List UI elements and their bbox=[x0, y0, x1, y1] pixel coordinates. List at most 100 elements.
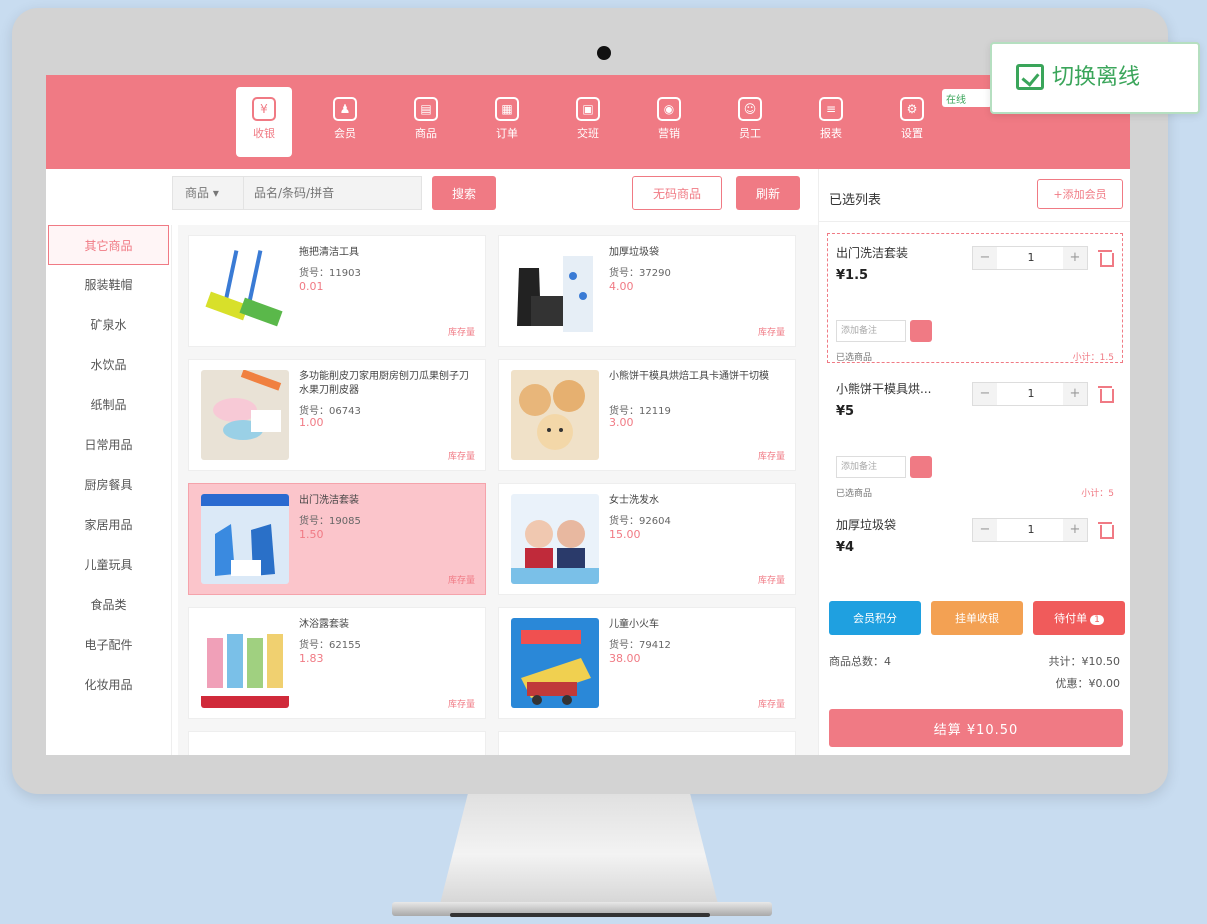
remark-edit-button[interactable] bbox=[910, 456, 932, 478]
category-item[interactable]: 厨房餐具 bbox=[46, 465, 171, 505]
category-item[interactable]: 儿童玩具 bbox=[46, 545, 171, 585]
category-item[interactable]: 矿泉水 bbox=[46, 305, 171, 345]
search-input[interactable] bbox=[244, 176, 422, 210]
pending-orders-button[interactable]: 待付单 1 bbox=[1033, 601, 1125, 635]
product-card[interactable]: 沐浴露套装 货号：62155 1.83 库存量 bbox=[188, 607, 486, 719]
product-name: 出门洗洁套装 bbox=[299, 495, 359, 506]
trash-icon[interactable] bbox=[1098, 520, 1114, 539]
nav-item-3[interactable]: ▦ 订单 bbox=[479, 87, 535, 157]
member-points-button[interactable]: 会员积分 bbox=[829, 601, 921, 635]
cart-item-name: 出门洗洁套装 bbox=[836, 246, 909, 260]
nav-item-6[interactable]: ☺ 员工 bbox=[722, 87, 778, 157]
product-card-partial[interactable] bbox=[188, 731, 486, 755]
cashier-icon: ¥ bbox=[252, 97, 276, 121]
quantity-value[interactable]: 1 bbox=[997, 519, 1065, 541]
nav-item-4[interactable]: ▣ 交班 bbox=[560, 87, 616, 157]
increase-button[interactable]: + bbox=[1063, 247, 1087, 269]
product-card[interactable]: 加厚垃圾袋 货号：37290 4.00 库存量 bbox=[498, 235, 796, 347]
cart-title: 已选列表 bbox=[829, 193, 882, 208]
product-code: 货号：92604 bbox=[609, 516, 671, 527]
cart-item[interactable]: 加厚垃圾袋 ¥4 −1 + bbox=[827, 505, 1123, 575]
nav-item-7[interactable]: ≡ 报表 bbox=[803, 87, 859, 157]
nav-item-1[interactable]: ♟ 会员 bbox=[317, 87, 373, 157]
add-member-button[interactable]: +添加会员 bbox=[1037, 179, 1123, 209]
cart-item-price: ¥5 bbox=[836, 404, 855, 419]
goods-icon: ▤ bbox=[414, 97, 438, 121]
nav-label: 营销 bbox=[658, 127, 680, 140]
decrease-button[interactable]: − bbox=[973, 247, 997, 269]
cart-item[interactable]: 出门洗洁套装 ¥1.5 −1 + 添加备注 已选商品 小计：1.5 bbox=[827, 233, 1123, 363]
cart-item[interactable]: 小熊饼干模具烘... ¥5 −1 + 添加备注 已选商品 小计：5 bbox=[827, 369, 1123, 499]
product-name: 儿童小火车 bbox=[609, 619, 659, 630]
nav-label: 报表 bbox=[820, 127, 842, 140]
product-name: 加厚垃圾袋 bbox=[609, 247, 659, 258]
member-icon: ♟ bbox=[333, 97, 357, 121]
category-item[interactable]: 服装鞋帽 bbox=[46, 265, 171, 305]
nav-label: 员工 bbox=[739, 127, 761, 140]
refresh-button[interactable]: 刷新 bbox=[736, 176, 800, 210]
category-item[interactable]: 电子配件 bbox=[46, 625, 171, 665]
decrease-button[interactable]: − bbox=[973, 519, 997, 541]
product-name: 拖把清洁工具 bbox=[299, 247, 359, 258]
product-image bbox=[201, 370, 289, 460]
product-name: 女士洗发水 bbox=[609, 495, 659, 506]
product-code: 货号：11903 bbox=[299, 268, 361, 279]
product-card[interactable]: 多功能削皮刀家用厨房刨刀瓜果刨子刀水果刀削皮器 货号：06743 1.00 库存量 bbox=[188, 359, 486, 471]
pending-count-badge: 1 bbox=[1090, 615, 1104, 625]
nav-item-5[interactable]: ◉ 营销 bbox=[641, 87, 697, 157]
no-barcode-goods-button[interactable]: 无码商品 bbox=[632, 176, 722, 210]
category-item[interactable]: 其它商品 bbox=[48, 225, 169, 265]
product-name: 多功能削皮刀家用厨房刨刀瓜果刨子刀水果刀削皮器 bbox=[299, 371, 469, 396]
product-card[interactable]: 女士洗发水 货号：92604 15.00 库存量 bbox=[498, 483, 796, 595]
search-type-select[interactable]: 商品 ▾ bbox=[172, 176, 244, 210]
product-code: 货号：37290 bbox=[609, 268, 671, 279]
cart-item-subtotal: 小计：1.5 bbox=[1072, 353, 1114, 363]
increase-button[interactable]: + bbox=[1063, 519, 1087, 541]
nav-label: 交班 bbox=[577, 127, 599, 140]
product-stock: 库存量 bbox=[447, 576, 475, 586]
remark-input[interactable]: 添加备注 bbox=[836, 320, 906, 342]
trash-icon[interactable] bbox=[1098, 384, 1114, 403]
trash-icon[interactable] bbox=[1098, 248, 1114, 267]
product-card-partial[interactable] bbox=[498, 731, 796, 755]
category-item[interactable]: 纸制品 bbox=[46, 385, 171, 425]
search-button[interactable]: 搜索 bbox=[432, 176, 496, 210]
product-card[interactable]: 儿童小火车货号：79412 38.00 库存量 bbox=[498, 607, 796, 719]
pos-screen: 在线 ¥ 收银 ♟ 会员 ▤ 商品 ▦ 订单 ▣ 交班 ◉ 营销 ☺ 员工 ≡ 报表 ⚙ 设置 商品 ▾ 搜索 无… bbox=[46, 75, 1130, 755]
product-image bbox=[511, 246, 599, 336]
cart-actions: 会员积分 挂单收银 待付单 1 bbox=[829, 601, 1125, 635]
decrease-button[interactable]: − bbox=[973, 383, 997, 405]
category-item[interactable]: 家居用品 bbox=[46, 505, 171, 545]
quantity-value[interactable]: 1 bbox=[997, 383, 1065, 405]
switch-offline-button[interactable]: 切换离线 bbox=[990, 42, 1200, 114]
product-card[interactable]: 出门洗洁套装 货号：19085 1.50 库存量 bbox=[188, 483, 486, 595]
online-status-tag[interactable]: 在线 bbox=[942, 89, 992, 107]
category-item[interactable]: 水饮品 bbox=[46, 345, 171, 385]
product-stock: 库存量 bbox=[447, 452, 475, 462]
cart-item-price: ¥4 bbox=[836, 540, 855, 555]
checkout-button[interactable]: 结算 ¥10.50 bbox=[829, 709, 1123, 747]
product-price: 38.00 bbox=[609, 652, 641, 665]
category-item[interactable]: 食品类 bbox=[46, 585, 171, 625]
product-stock: 库存量 bbox=[447, 328, 475, 338]
product-card[interactable]: 小熊饼干模具烘焙工具卡通饼干切模 货号：12119 3.00 库存量 bbox=[498, 359, 796, 471]
product-image bbox=[511, 494, 599, 584]
product-grid: 拖把清洁工具 货号：11903 0.01 库存量 加厚垃圾袋 货号：37290 4.00 库存… bbox=[178, 225, 818, 755]
nav-item-8[interactable]: ⚙ 设置 bbox=[884, 87, 940, 157]
product-code: 货号：79412 bbox=[609, 640, 671, 651]
product-price: 1.50 bbox=[299, 528, 324, 541]
product-card[interactable]: 拖把清洁工具 货号：11903 0.01 库存量 bbox=[188, 235, 486, 347]
category-item[interactable]: 日常用品 bbox=[46, 425, 171, 465]
cart-panel: 已选列表 +添加会员 出门洗洁套装 ¥1.5−1 + 添加备注 已选商品 小计：1.5 小熊… bbox=[818, 169, 1130, 755]
product-stock: 库存量 bbox=[757, 700, 785, 710]
category-item[interactable]: 化妆用品 bbox=[46, 665, 171, 705]
nav-item-2[interactable]: ▤ 商品 bbox=[398, 87, 454, 157]
quantity-value[interactable]: 1 bbox=[997, 247, 1065, 269]
cart-item-note: 已选商品 bbox=[836, 489, 873, 499]
cart-item-price: ¥1.5 bbox=[836, 268, 869, 283]
hold-order-button[interactable]: 挂单收银 bbox=[931, 601, 1023, 635]
remark-edit-button[interactable] bbox=[910, 320, 932, 342]
increase-button[interactable]: + bbox=[1063, 383, 1087, 405]
nav-item-0[interactable]: ¥ 收银 bbox=[236, 87, 292, 157]
remark-input[interactable]: 添加备注 bbox=[836, 456, 906, 478]
